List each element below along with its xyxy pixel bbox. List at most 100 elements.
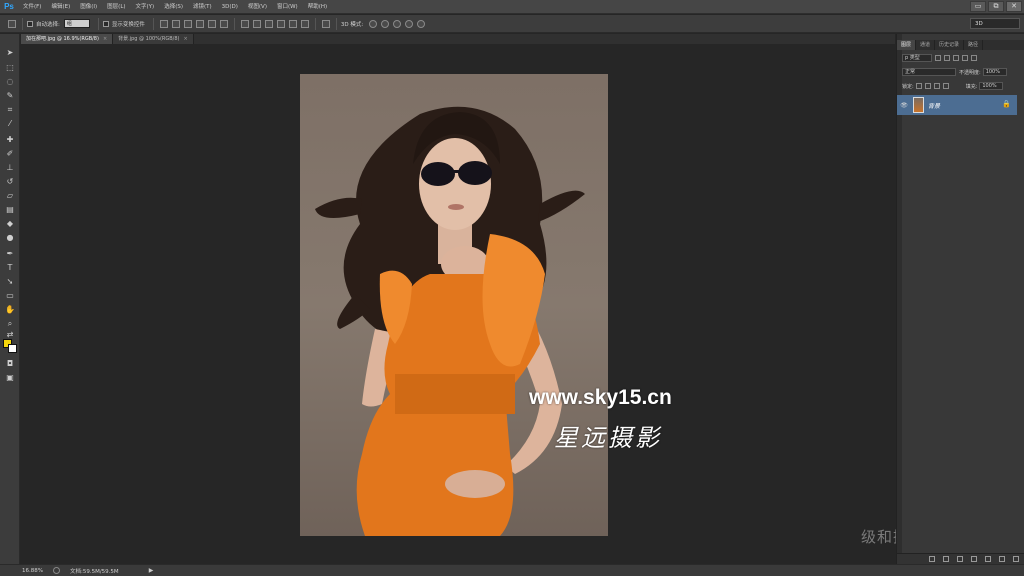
distribute-left-icon[interactable] <box>276 19 285 28</box>
menu-3d[interactable]: 3D(D) <box>217 0 243 14</box>
3d-pan-icon[interactable] <box>393 19 402 28</box>
healing-brush-tool-icon[interactable]: ✚ <box>4 135 16 145</box>
3d-slide-icon[interactable] <box>405 19 414 28</box>
tab-document-1[interactable]: 加在那吧.jpg @ 16.9%(RGB/8) × <box>21 34 114 44</box>
options-bar: 自动选择: 组 显示变换控件 3D 模式: 3D <box>0 15 1024 33</box>
tab-channels[interactable]: 通道 <box>916 40 936 50</box>
lock-position-icon[interactable] <box>933 83 940 89</box>
canvas-area[interactable]: www.sky15.cn 星远摄影 级和摄影后期教程 <box>21 44 988 564</box>
quick-mask-icon[interactable]: ◘ <box>4 359 16 369</box>
link-layers-icon[interactable] <box>929 556 935 562</box>
eraser-tool-icon[interactable]: ▱ <box>4 191 16 201</box>
3d-rotate-icon[interactable] <box>369 19 378 28</box>
new-group-icon[interactable] <box>985 556 991 562</box>
close-icon[interactable]: × <box>103 36 107 42</box>
tab-paths[interactable]: 路径 <box>964 40 984 50</box>
path-select-tool-icon[interactable]: ➘ <box>4 277 16 287</box>
fill-label: 填充: <box>965 83 978 90</box>
menu-type[interactable]: 文字(Y) <box>131 0 160 14</box>
lock-transparent-icon[interactable] <box>915 83 922 89</box>
auto-select-checkbox[interactable] <box>27 20 33 27</box>
lock-image-icon[interactable] <box>924 83 931 89</box>
blur-tool-icon[interactable]: ◆ <box>4 219 16 229</box>
add-mask-icon[interactable] <box>957 556 963 562</box>
distribute-top-icon[interactable] <box>240 19 249 28</box>
layer-background[interactable]: 👁 背景 🔒 <box>897 95 1017 115</box>
menu-filter[interactable]: 滤镜(T) <box>188 0 217 14</box>
auto-select-dropdown[interactable]: 组 <box>63 19 90 28</box>
move-tool-preset-icon[interactable] <box>8 19 16 28</box>
history-brush-tool-icon[interactable]: ↺ <box>4 177 16 187</box>
restore-button[interactable]: ⧉ <box>988 1 1004 12</box>
menu-help[interactable]: 帮助(H) <box>303 0 332 14</box>
tab-history[interactable]: 历史记录 <box>935 40 965 50</box>
layer-filter-dropdown[interactable]: p 类型 <box>902 54 932 62</box>
menu-image[interactable]: 图像(I) <box>75 0 102 14</box>
hand-tool-icon[interactable]: ✋ <box>4 305 16 315</box>
crop-tool-icon[interactable]: ⌗ <box>4 105 16 115</box>
show-transform-checkbox[interactable] <box>102 20 109 27</box>
minimize-button[interactable]: ▭ <box>970 1 986 12</box>
gradient-tool-icon[interactable]: ▤ <box>4 205 16 215</box>
clone-stamp-tool-icon[interactable]: ⊥ <box>4 163 16 173</box>
filter-smart-icon[interactable] <box>971 55 977 61</box>
filter-shape-icon[interactable] <box>962 55 968 61</box>
shape-tool-icon[interactable]: ▭ <box>4 291 16 301</box>
show-transform-label: 显示变换控件 <box>111 21 145 28</box>
zoom-level[interactable]: 16.88% <box>22 568 43 574</box>
close-button[interactable]: ✕ <box>1006 1 1022 12</box>
3d-scale-icon[interactable] <box>417 19 426 28</box>
opacity-field[interactable]: 100% <box>982 68 1007 76</box>
menu-layer[interactable]: 图层(L) <box>102 0 130 14</box>
filter-pixel-icon[interactable] <box>935 55 941 61</box>
quick-select-tool-icon[interactable]: ✎ <box>4 91 16 101</box>
distribute-vcenter-icon[interactable] <box>252 19 261 28</box>
marquee-tool-icon[interactable]: ⬚ <box>4 63 16 73</box>
distribute-bottom-icon[interactable] <box>264 19 273 28</box>
new-layer-icon[interactable] <box>999 556 1005 562</box>
eyedropper-tool-icon[interactable]: ⁄ <box>4 119 16 129</box>
move-tool-icon[interactable]: ➤ <box>4 48 16 58</box>
fill-field[interactable]: 100% <box>979 82 1004 90</box>
tab-layers[interactable]: 图层 <box>897 40 917 50</box>
align-left-icon[interactable] <box>195 19 204 28</box>
align-hcenter-icon[interactable] <box>207 19 216 28</box>
menu-view[interactable]: 视图(V) <box>243 0 272 14</box>
align-vcenter-icon[interactable] <box>171 19 180 28</box>
filter-type-icon[interactable] <box>953 55 959 61</box>
type-tool-icon[interactable]: T <box>4 263 16 273</box>
layer-thumbnail <box>913 97 924 113</box>
auto-align-icon[interactable] <box>321 19 330 28</box>
align-right-icon[interactable] <box>219 19 228 28</box>
brush-tool-icon[interactable]: ✐ <box>4 149 16 159</box>
status-menu-arrow-icon[interactable]: ▶ <box>149 567 154 574</box>
menu-select[interactable]: 选择(S) <box>159 0 188 14</box>
tab-document-2[interactable]: 背景.jpg @ 100%(RGB/8) × <box>113 34 194 44</box>
menu-window[interactable]: 窗口(W) <box>272 0 303 14</box>
zoom-tool-icon[interactable]: ⌕ <box>4 319 16 329</box>
3d-roll-icon[interactable] <box>381 19 390 28</box>
blend-mode-dropdown[interactable]: 正常 <box>902 68 956 76</box>
delete-layer-icon[interactable] <box>1013 556 1019 562</box>
distribute-right-icon[interactable] <box>300 19 309 28</box>
visibility-eye-icon[interactable]: 👁 <box>899 102 909 109</box>
document-photo[interactable] <box>300 74 608 536</box>
close-icon[interactable]: × <box>184 36 188 42</box>
dodge-tool-icon[interactable]: ● <box>4 233 16 243</box>
screen-mode-icon[interactable]: ▣ <box>4 373 16 383</box>
distribute-hcenter-icon[interactable] <box>288 19 297 28</box>
menu-file[interactable]: 文件(F) <box>18 0 46 14</box>
workspace-dropdown[interactable]: 3D <box>970 18 1020 29</box>
lasso-tool-icon[interactable]: ◌ <box>4 77 16 87</box>
lock-all-icon[interactable] <box>942 83 949 89</box>
info-icon[interactable] <box>52 567 60 574</box>
background-color-swatch[interactable] <box>8 344 17 353</box>
layer-style-icon[interactable] <box>943 556 949 562</box>
status-bar: 16.88% 文档:59.5M/59.5M ▶ <box>0 564 1024 576</box>
adjustment-layer-icon[interactable] <box>971 556 977 562</box>
filter-adjust-icon[interactable] <box>944 55 950 61</box>
menu-edit[interactable]: 编辑(E) <box>46 0 75 14</box>
align-bottom-icon[interactable] <box>183 19 192 28</box>
align-top-icon[interactable] <box>159 19 168 28</box>
pen-tool-icon[interactable]: ✒ <box>4 249 16 259</box>
